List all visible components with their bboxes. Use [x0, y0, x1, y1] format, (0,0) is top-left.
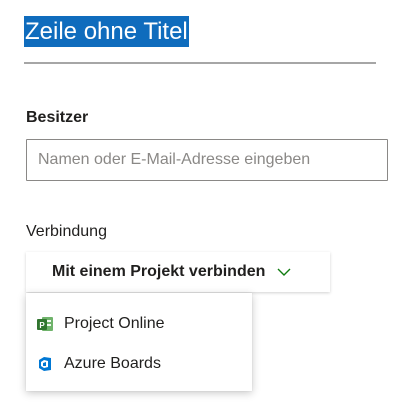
connect-project-label: Mit einem Projekt verbinden — [52, 263, 266, 280]
connect-project-button[interactable]: Mit einem Projekt verbinden — [26, 252, 330, 292]
menu-item-project-online[interactable]: P Project Online — [26, 305, 252, 343]
title-field[interactable]: Zeile ohne Titel — [24, 16, 376, 64]
menu-item-azure-boards[interactable]: Azure Boards — [26, 345, 252, 383]
project-online-icon: P — [37, 317, 53, 331]
owner-input[interactable] — [26, 139, 388, 181]
owner-label: Besitzer — [26, 109, 89, 126]
connection-menu: P Project Online Azure Boards — [26, 293, 252, 391]
menu-item-label: Azure Boards — [64, 355, 161, 372]
connection-label: Verbindung — [26, 223, 107, 240]
azure-boards-icon — [39, 357, 51, 371]
menu-item-label: Project Online — [64, 315, 165, 332]
page-title[interactable]: Zeile ohne Titel — [24, 16, 189, 47]
page: Zeile ohne Titel Besitzer Verbindung Mit… — [0, 0, 411, 407]
chevron-down-icon — [277, 268, 291, 276]
svg-text:P: P — [39, 321, 45, 330]
